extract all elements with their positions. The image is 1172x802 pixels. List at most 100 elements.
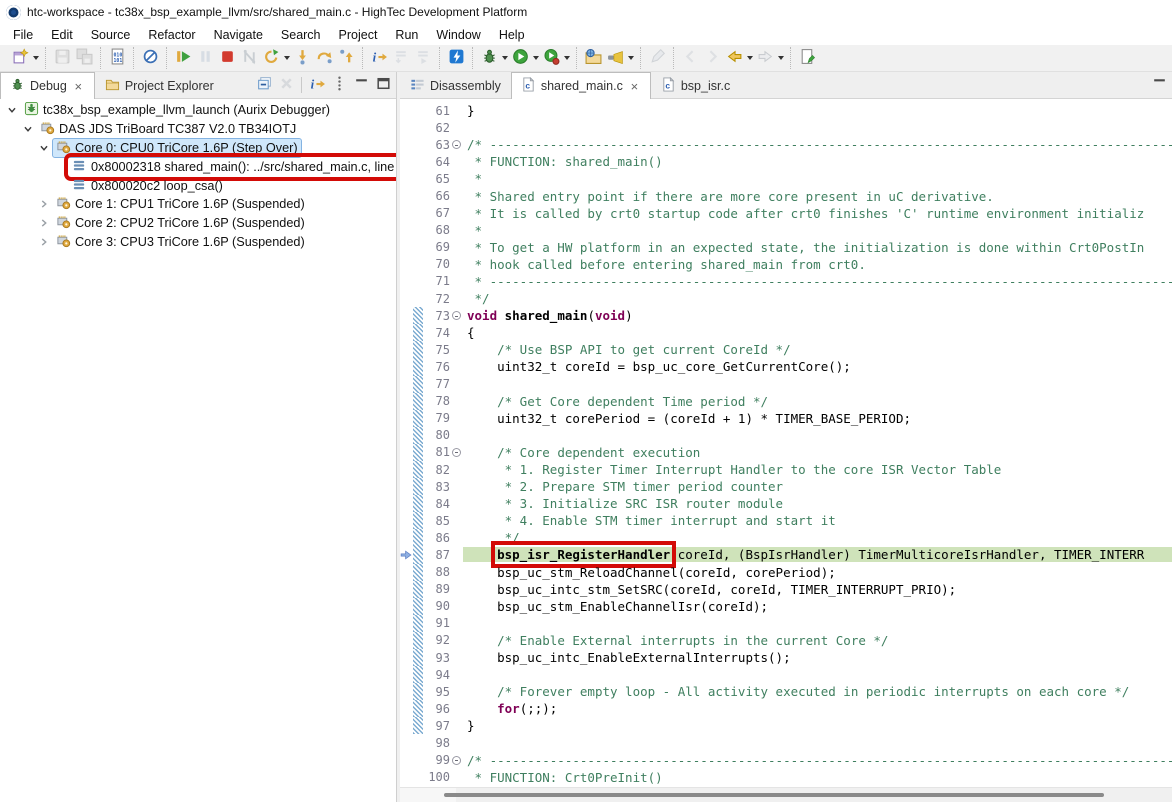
- code-text[interactable]: /* -------------------------------------…: [463, 137, 1172, 152]
- run-dropdown[interactable]: [531, 47, 540, 69]
- back-button[interactable]: [723, 47, 745, 69]
- menu-search[interactable]: Search: [272, 26, 330, 44]
- editor-tab-disassembly[interactable]: Disassembly: [400, 72, 511, 98]
- terminate-button[interactable]: [216, 47, 238, 69]
- save-all-button[interactable]: [73, 47, 95, 69]
- flash-button[interactable]: [445, 47, 467, 69]
- chevron-down-icon[interactable]: [4, 102, 20, 118]
- code-text[interactable]: /* Enable External interrupts in the cur…: [463, 633, 1172, 648]
- skip-all-breakpoints-button[interactable]: [139, 47, 161, 69]
- tree-row[interactable]: tc38x_bsp_example_llvm_launch (Aurix Deb…: [0, 101, 396, 120]
- code-text[interactable]: for(;;);: [463, 701, 1172, 716]
- code-text[interactable]: * FUNCTION: shared_main(): [463, 154, 1172, 169]
- coverage-dropdown[interactable]: [562, 47, 571, 69]
- fold-collapse-icon[interactable]: [450, 756, 463, 765]
- view-menu-button[interactable]: [329, 75, 349, 95]
- new-wizard-dropdown[interactable]: [31, 47, 40, 69]
- code-text[interactable]: {: [463, 325, 1172, 340]
- save-button[interactable]: [51, 47, 73, 69]
- view-tab-project-explorer[interactable]: Project Explorer: [95, 72, 224, 98]
- menu-edit[interactable]: Edit: [42, 26, 82, 44]
- disconnect-button[interactable]: [238, 47, 260, 69]
- tree-row[interactable]: 0x80002318 shared_main(): ../src/shared_…: [0, 157, 396, 176]
- chevron-down-icon[interactable]: [36, 140, 52, 156]
- instruction-stepping-button[interactable]: i: [307, 75, 327, 95]
- new-wizard-button[interactable]: [9, 47, 31, 69]
- toggle-mark-occurrences-button[interactable]: [646, 47, 668, 69]
- chevron-right-icon[interactable]: [36, 234, 52, 250]
- restart-button[interactable]: [260, 47, 282, 69]
- binary-file-button[interactable]: 010101: [106, 47, 128, 69]
- editor-tab-shared_main-c[interactable]: cshared_main.c×: [511, 72, 651, 99]
- back-history-button[interactable]: [679, 47, 701, 69]
- step-return-button[interactable]: [335, 47, 357, 69]
- code-text[interactable]: * 4. Enable STM timer interrupt and star…: [463, 513, 1172, 528]
- move-to-line-button[interactable]: [390, 47, 412, 69]
- code-text[interactable]: * To get a HW platform in an expected st…: [463, 240, 1172, 255]
- code-text[interactable]: /* Use BSP API to get current CoreId */: [463, 342, 1172, 357]
- tree-row[interactable]: Core 0: CPU0 TriCore 1.6P (Step Over): [0, 139, 396, 158]
- code-text[interactable]: uint32_t corePeriod = (coreId + 1) * TIM…: [463, 411, 1172, 426]
- menu-file[interactable]: File: [4, 26, 42, 44]
- code-text[interactable]: * 1. Register Timer Interrupt Handler to…: [463, 462, 1172, 477]
- menu-project[interactable]: Project: [330, 26, 387, 44]
- menu-source[interactable]: Source: [82, 26, 140, 44]
- tree-row[interactable]: Core 2: CPU2 TriCore 1.6P (Suspended): [0, 214, 396, 233]
- search-dropdown[interactable]: [626, 47, 635, 69]
- minimize-editor-button[interactable]: [1149, 75, 1169, 95]
- code-text[interactable]: bsp_uc_intc_EnableExternalInterrupts();: [463, 650, 1172, 665]
- menu-help[interactable]: Help: [490, 26, 534, 44]
- code-text[interactable]: /* Forever empty loop - All activity exe…: [463, 684, 1172, 699]
- horizontal-scrollbar[interactable]: [400, 787, 1172, 802]
- code-text[interactable]: * 3. Initialize SRC ISR router module: [463, 496, 1172, 511]
- run-button[interactable]: [509, 47, 531, 69]
- debug-button[interactable]: [478, 47, 500, 69]
- code-text[interactable]: * Shared entry point if there are more c…: [463, 189, 1172, 204]
- code-text[interactable]: * hook called before entering shared_mai…: [463, 257, 1172, 272]
- fold-collapse-icon[interactable]: [450, 311, 463, 320]
- code-text[interactable]: }: [463, 718, 1172, 733]
- fold-collapse-icon[interactable]: [450, 140, 463, 149]
- code-text[interactable]: bsp_uc_stm_ReloadChannel(coreId, corePer…: [463, 565, 1172, 580]
- code-text[interactable]: * 2. Prepare STM timer period counter: [463, 479, 1172, 494]
- fold-collapse-icon[interactable]: [450, 448, 463, 457]
- restart-dropdown[interactable]: [282, 47, 291, 69]
- menu-navigate[interactable]: Navigate: [205, 26, 272, 44]
- chevron-right-icon[interactable]: [36, 215, 52, 231]
- search-button[interactable]: [604, 47, 626, 69]
- resume-at-line-button[interactable]: [412, 47, 434, 69]
- code-text[interactable]: void shared_main(void): [463, 308, 1172, 323]
- tree-row[interactable]: DAS JDS TriBoard TC387 V2.0 TB34IOTJ: [0, 120, 396, 139]
- editor-tab-bsp_isr-c[interactable]: cbsp_isr.c: [651, 72, 740, 98]
- debug-tree[interactable]: tc38x_bsp_example_llvm_launch (Aurix Deb…: [0, 99, 396, 802]
- forward-history-button[interactable]: [701, 47, 723, 69]
- code-text[interactable]: */: [463, 530, 1172, 545]
- back-dropdown[interactable]: [745, 47, 754, 69]
- code-text[interactable]: *: [463, 171, 1172, 186]
- code-text[interactable]: /* Get Core dependent Time period */: [463, 394, 1172, 409]
- code-text[interactable]: /* -------------------------------------…: [463, 753, 1172, 768]
- last-edit-location-button[interactable]: [796, 47, 818, 69]
- resume-button[interactable]: [172, 47, 194, 69]
- close-icon[interactable]: ×: [72, 80, 85, 93]
- instruction-stepping-button[interactable]: i: [368, 47, 390, 69]
- minimize-button[interactable]: [351, 75, 371, 95]
- menu-refactor[interactable]: Refactor: [139, 26, 204, 44]
- code-text[interactable]: /* Core dependent execution: [463, 445, 1172, 460]
- step-over-button[interactable]: [313, 47, 335, 69]
- forward-button[interactable]: [754, 47, 776, 69]
- tree-row[interactable]: 0x800020c2 loop_csa(): [0, 176, 396, 195]
- code-text[interactable]: bsp_uc_stm_EnableChannelIsr(coreId);: [463, 599, 1172, 614]
- debug-dropdown[interactable]: [500, 47, 509, 69]
- code-text[interactable]: * FUNCTION: Crt0PreInit(): [463, 770, 1172, 785]
- forward-dropdown[interactable]: [776, 47, 785, 69]
- coverage-button[interactable]: [540, 47, 562, 69]
- chevron-right-icon[interactable]: [36, 196, 52, 212]
- code-text[interactable]: * --------------------------------------…: [463, 274, 1172, 289]
- horizontal-scrollbar-thumb[interactable]: [444, 793, 1104, 797]
- code-text[interactable]: */: [463, 291, 1172, 306]
- code-text[interactable]: * It is called by crt0 startup code afte…: [463, 206, 1172, 221]
- code-text[interactable]: *: [463, 223, 1172, 238]
- close-icon[interactable]: ×: [628, 80, 641, 93]
- code-editor[interactable]: 61}6263/* ------------------------------…: [400, 99, 1172, 787]
